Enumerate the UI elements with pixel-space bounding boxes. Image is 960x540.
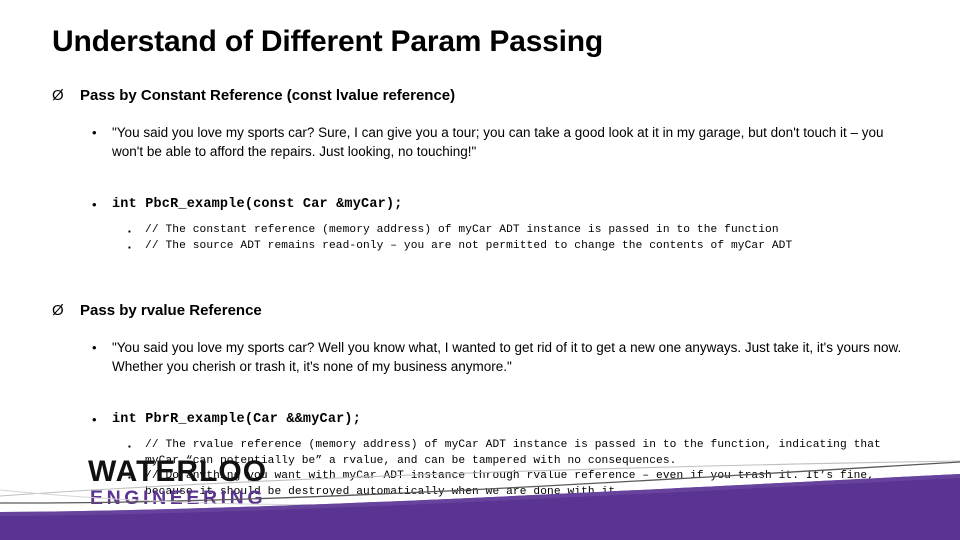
comment-line: ▪ // The source ADT remains read-only – … (0, 239, 960, 255)
code-text: int PbrR_example(Car &&myCar); (112, 412, 362, 427)
comment-text: // The constant reference (memory addres… (145, 224, 779, 236)
code-text: int PbcR_example(const Car &myCar); (112, 197, 403, 212)
page-title: Understand of Different Param Passing (52, 25, 604, 58)
quote-paragraph-rvalue-reference: • "You said you love my sports car? Well… (0, 338, 960, 376)
logo-engineering-text: ENGINEERING (90, 487, 267, 509)
dot-bullet-icon: • (92, 340, 97, 355)
section-heading-label: Pass by rvalue Reference (80, 302, 262, 319)
quote-text: "You said you love my sports car? Sure, … (112, 125, 884, 159)
slide-body: Ø Pass by Constant Reference (const lval… (0, 86, 960, 500)
square-bullet-icon: ▪ (128, 442, 131, 451)
code-line-pbcr-example: • int PbcR_example(const Car &myCar); (0, 195, 960, 214)
comment-text: // The source ADT remains read-only – yo… (145, 239, 793, 252)
arrow-bullet-icon: Ø (52, 87, 64, 104)
section-heading-label: Pass by Constant Reference (const lvalue… (80, 87, 456, 104)
comment-line: ▪ // The constant reference (memory addr… (0, 223, 960, 239)
quote-paragraph-constant-reference: • "You said you love my sports car? Sure… (0, 123, 960, 161)
square-bullet-icon: ▪ (128, 227, 131, 236)
square-bullet-icon: ▪ (128, 242, 131, 252)
section-heading-pass-by-constant-reference: Ø Pass by Constant Reference (const lval… (0, 86, 960, 106)
slide-canvas: Understand of Different Param Passing Ø … (0, 0, 960, 540)
code-line-pbrr-example: • int PbrR_example(Car &&myCar); (0, 410, 960, 429)
quote-text: "You said you love my sports car? Well y… (112, 340, 902, 374)
waterloo-engineering-logo: WATERLOO ENGINEERING (88, 456, 348, 509)
logo-waterloo-text: WATERLOO (88, 455, 268, 488)
section-heading-pass-by-rvalue-reference: Ø Pass by rvalue Reference (0, 301, 960, 321)
dot-bullet-icon: • (92, 412, 97, 427)
dot-bullet-icon: • (92, 125, 97, 140)
dot-bullet-icon: • (92, 197, 97, 212)
arrow-bullet-icon: Ø (52, 302, 64, 319)
